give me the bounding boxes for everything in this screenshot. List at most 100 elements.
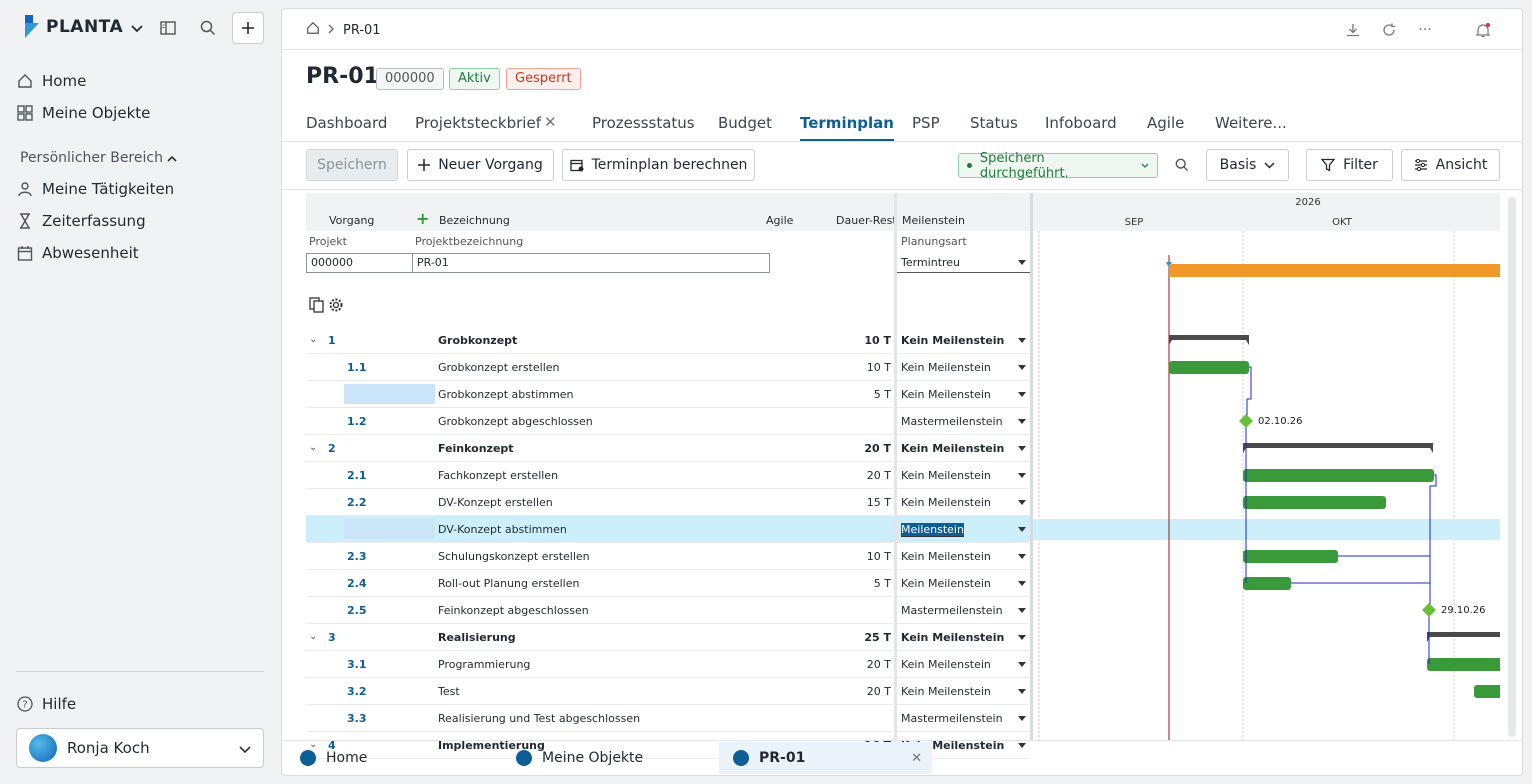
filter-button[interactable]: Filter: [1306, 149, 1393, 181]
tab-terminplan[interactable]: Terminplan: [800, 113, 894, 141]
tab-projektsteckbrief[interactable]: Projektsteckbrief: [415, 113, 541, 141]
milestone-select[interactable]: Kein Meilenstein: [897, 543, 1030, 570]
gantt-task-bar: [1474, 685, 1500, 698]
milestone-select[interactable]: Kein Meilenstein: [897, 462, 1030, 489]
sidebar-item-objects[interactable]: Meine Objekte: [16, 99, 266, 127]
milestone-select[interactable]: Kein Meilenstein: [897, 489, 1030, 516]
bottom-tab-home[interactable]: Home: [300, 742, 367, 774]
save-status-text: Speichern durchgeführt.: [979, 150, 1069, 181]
vertical-scrollbar[interactable]: [1508, 197, 1516, 737]
more-icon[interactable]: ···: [1416, 21, 1434, 39]
sidebar-item-label: Abwesenheit: [42, 244, 139, 262]
collapse-chevron-icon[interactable]: ⌄: [309, 334, 317, 345]
save-button[interactable]: Speichern: [306, 149, 398, 181]
add-row-icon[interactable]: +: [416, 211, 429, 227]
dropdown-value: Basis: [1219, 157, 1257, 173]
milestone-select[interactable]: Kein Meilenstein: [897, 354, 1030, 381]
new-task-button[interactable]: Neuer Vorgang: [407, 149, 554, 181]
tab-status[interactable]: Status: [970, 113, 1018, 141]
bottom-tab-objects[interactable]: Meine Objekte: [516, 742, 643, 774]
milestone-value: Mastermeilenstein: [901, 415, 1003, 428]
milestone-select[interactable]: Kein Meilenstein: [897, 435, 1030, 462]
task-name: Realisierung: [438, 631, 516, 644]
home-icon[interactable]: [306, 21, 320, 39]
basis-dropdown[interactable]: Basis: [1206, 149, 1289, 181]
hourglass-icon: [16, 212, 34, 230]
gear-icon[interactable]: [328, 297, 344, 317]
tab-agile[interactable]: Agile: [1147, 113, 1184, 141]
milestone-select[interactable]: Kein Meilenstein: [897, 651, 1030, 678]
milestone-select[interactable]: Kein Meilenstein: [897, 381, 1030, 408]
button-label: Ansicht: [1435, 157, 1488, 173]
new-task-id-cell[interactable]: [344, 519, 435, 539]
collapse-chevron-icon[interactable]: ⌄: [309, 631, 317, 642]
dropdown-arrow-icon: [1018, 581, 1026, 586]
col-header-agile[interactable]: Agile: [766, 214, 793, 227]
calculate-schedule-button[interactable]: Terminplan berechnen: [562, 149, 755, 181]
gantt-task-bar: [1243, 550, 1338, 563]
milestone-select[interactable]: Kein Meilenstein: [897, 327, 1030, 354]
task-number: 2.2: [347, 496, 367, 509]
gantt-month-label: OKT: [1332, 217, 1353, 228]
search-icon[interactable]: [1172, 155, 1192, 175]
chevron-down-icon: [1264, 161, 1275, 169]
milestone-select[interactable]: Mastermeilenstein: [897, 408, 1030, 435]
milestone-select[interactable]: Mastermeilenstein: [897, 705, 1030, 732]
tab-infoboard[interactable]: Infoboard: [1045, 113, 1117, 141]
view-button[interactable]: Ansicht: [1401, 149, 1500, 181]
gantt-task-bar: [1243, 577, 1291, 590]
sidebar-item-label: Zeiterfassung: [42, 212, 146, 230]
tab-dashboard[interactable]: Dashboard: [306, 113, 387, 141]
milestone-value: Kein Meilenstein: [901, 631, 1005, 644]
sidebar-section-personal[interactable]: Persönlicher Bereich: [20, 150, 177, 166]
sidebar-item-help[interactable]: ? Hilfe: [16, 690, 266, 718]
sidebar-item-activities[interactable]: Meine Tätigkeiten: [16, 175, 266, 203]
close-icon[interactable]: ✕: [911, 751, 922, 766]
col-header-meilenstein[interactable]: Meilenstein: [902, 214, 965, 227]
milestone-value: Kein Meilenstein: [901, 361, 991, 374]
milestone-select[interactable]: Meilenstein: [897, 516, 1030, 543]
bottom-tab-pr01[interactable]: PR-01 ✕: [719, 742, 932, 774]
sidebar-item-absence[interactable]: Abwesenheit: [16, 239, 266, 267]
user-menu[interactable]: Ronja Koch: [16, 728, 264, 768]
milestone-select[interactable]: Kein Meilenstein: [897, 570, 1030, 597]
task-number: 2.5: [347, 604, 367, 617]
bell-icon[interactable]: [1474, 21, 1492, 39]
download-icon[interactable]: [1344, 21, 1362, 39]
sidebar-item-label: Meine Objekte: [42, 104, 151, 122]
column-splitter[interactable]: [894, 193, 897, 741]
task-name: Feinkonzept: [438, 442, 514, 455]
add-button[interactable]: [232, 12, 264, 44]
calendar-icon: [16, 244, 34, 262]
copy-icon[interactable]: [309, 297, 325, 317]
new-task-id-cell[interactable]: [344, 384, 435, 404]
tab-more[interactable]: Weitere...: [1215, 113, 1287, 141]
sidebar-item-time[interactable]: Zeiterfassung: [16, 207, 266, 235]
tab-dot-icon: [516, 750, 532, 766]
sidebar-item-home[interactable]: Home: [16, 67, 266, 95]
milestone-select[interactable]: Mastermeilenstein: [897, 597, 1030, 624]
dropdown-arrow-icon: [1018, 554, 1026, 559]
col-header-vorgang[interactable]: Vorgang: [329, 214, 374, 227]
refresh-icon[interactable]: [1380, 21, 1398, 39]
planungsart-select[interactable]: Termintreu: [897, 253, 1030, 273]
collapse-chevron-icon[interactable]: ⌄: [309, 442, 317, 453]
milestone-select[interactable]: Kein Meilenstein: [897, 624, 1030, 651]
search-icon[interactable]: [198, 18, 218, 38]
grid-icon: [16, 104, 34, 122]
close-tab-icon[interactable]: ✕: [544, 113, 557, 131]
home-icon: [16, 72, 34, 90]
project-name-field[interactable]: PR-01: [412, 253, 770, 273]
tab-psp[interactable]: PSP: [912, 113, 940, 141]
tab-prozessstatus[interactable]: Prozessstatus: [592, 113, 695, 141]
milestone-select[interactable]: Kein Meilenstein: [897, 678, 1030, 705]
app-logo[interactable]: PLANTA: [22, 14, 143, 40]
gantt-dependency-line: [1246, 366, 1252, 421]
sidebar-toggle-icon[interactable]: [158, 18, 178, 38]
save-status-indicator[interactable]: Speichern durchgeführt.: [958, 150, 1158, 181]
tab-budget[interactable]: Budget: [718, 113, 772, 141]
project-id-field[interactable]: 000000: [306, 253, 413, 273]
task-number: 3.1: [347, 658, 367, 671]
col-header-dauer[interactable]: Dauer-Rest: [836, 214, 897, 227]
col-header-bezeichnung[interactable]: Bezeichnung: [439, 214, 510, 227]
